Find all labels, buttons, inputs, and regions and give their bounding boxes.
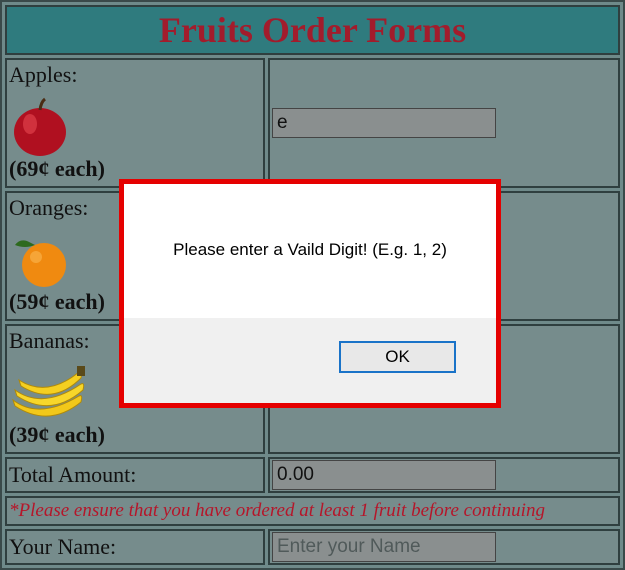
bananas-label: Bananas: xyxy=(9,328,90,353)
apple-icon xyxy=(14,97,66,156)
apples-label-cell: Apples: (69¢ each) xyxy=(5,58,265,188)
banana-icon xyxy=(12,366,85,417)
apples-price: (69¢ each) xyxy=(9,156,105,181)
form-title-cell: Fruits Order Forms xyxy=(5,5,620,55)
total-amount-field xyxy=(272,460,496,490)
alert-dialog: Please enter a Vaild Digit! (E.g. 1, 2) … xyxy=(119,179,501,408)
dialog-body: Please enter a Vaild Digit! (E.g. 1, 2) xyxy=(124,184,496,318)
name-input-cell xyxy=(268,529,620,565)
orange-icon xyxy=(15,240,66,287)
form-title: Fruits Order Forms xyxy=(158,10,467,50)
your-name-input[interactable] xyxy=(272,532,496,562)
total-input-cell xyxy=(268,457,620,493)
apples-input-cell xyxy=(268,58,620,188)
your-name-label: Your Name: xyxy=(9,534,117,559)
bananas-price: (39¢ each) xyxy=(9,422,105,447)
name-label-cell: Your Name: xyxy=(5,529,265,565)
apples-label: Apples: xyxy=(9,62,78,87)
total-amount-label: Total Amount: xyxy=(9,462,137,487)
total-label-cell: Total Amount: xyxy=(5,457,265,493)
oranges-price: (59¢ each) xyxy=(9,289,105,314)
ok-button[interactable]: OK xyxy=(339,341,456,373)
dialog-message: Please enter a Vaild Digit! (E.g. 1, 2) xyxy=(173,240,447,259)
order-notice: *Please ensure that you have ordered at … xyxy=(9,500,545,521)
notice-cell: *Please ensure that you have ordered at … xyxy=(5,496,620,526)
oranges-label: Oranges: xyxy=(9,195,89,220)
dialog-footer: OK xyxy=(124,318,496,403)
apples-quantity-input[interactable] xyxy=(272,108,496,138)
